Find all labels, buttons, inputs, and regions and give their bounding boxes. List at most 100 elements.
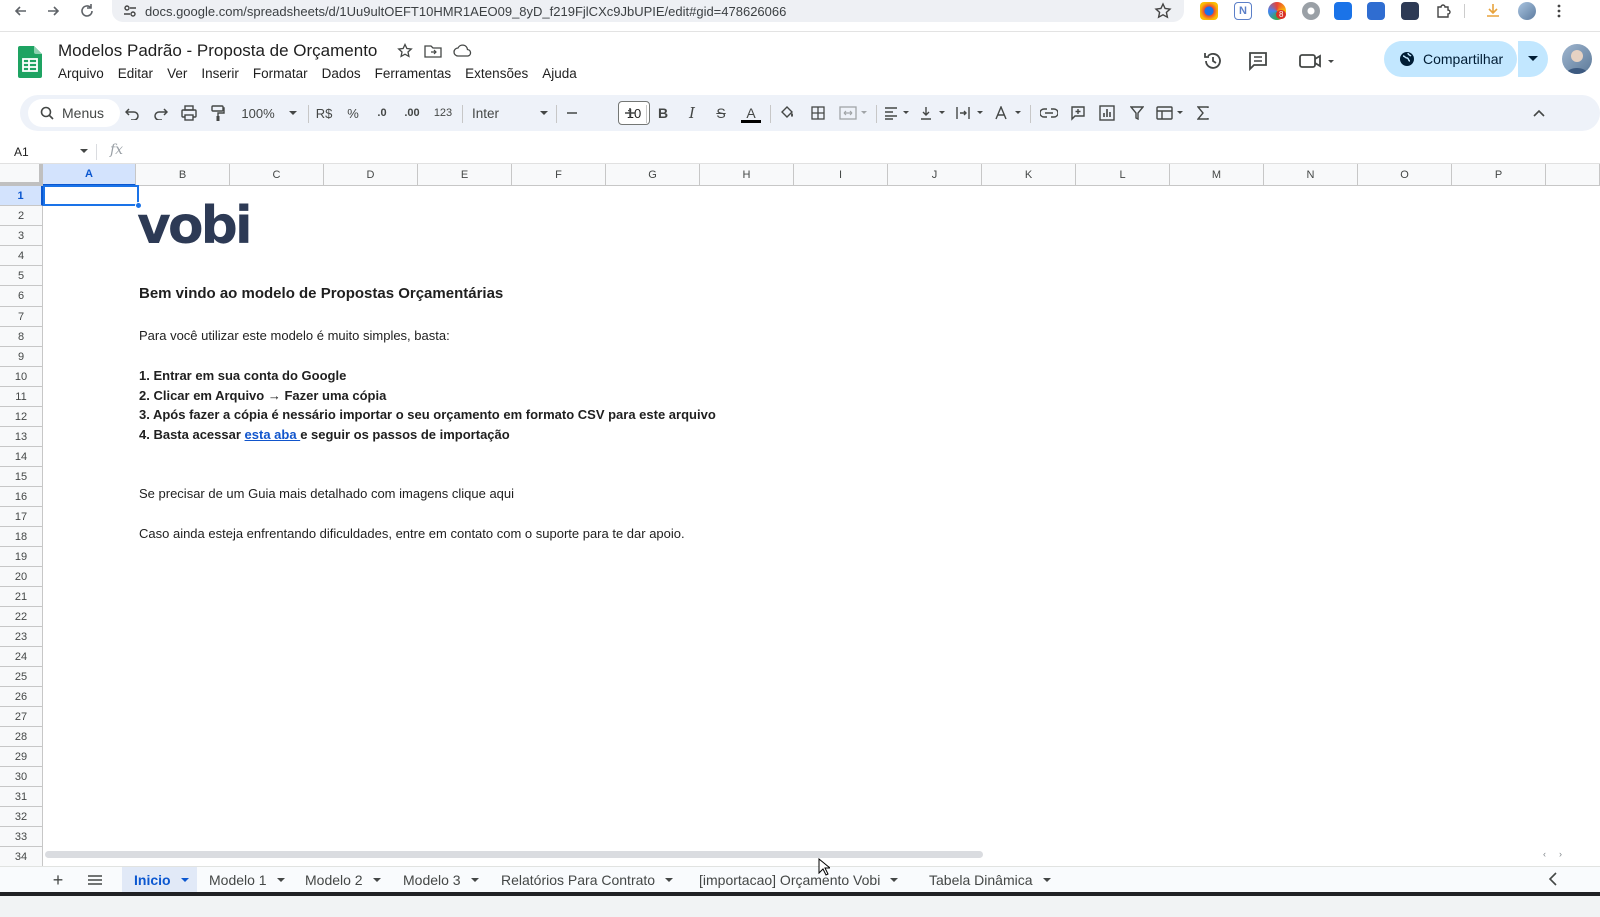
row-header[interactable]: 21 — [0, 587, 43, 607]
profile-icon[interactable] — [1518, 2, 1536, 20]
row-header[interactable]: 33 — [0, 827, 43, 847]
row-header[interactable]: 7 — [0, 307, 43, 327]
col-header-l[interactable]: L — [1076, 164, 1170, 186]
row-header[interactable]: 11 — [0, 387, 43, 407]
selected-cell[interactable] — [43, 185, 139, 206]
bookmark-star-icon[interactable] — [1154, 2, 1172, 20]
col-header-c[interactable]: C — [230, 164, 324, 186]
row-header[interactable]: 18 — [0, 527, 43, 547]
name-box[interactable]: A1 — [14, 140, 98, 164]
col-header-o[interactable]: O — [1358, 164, 1452, 186]
version-history-icon[interactable] — [1200, 48, 1226, 74]
comments-icon[interactable] — [1245, 48, 1271, 74]
text-wrapping-icon[interactable] — [954, 95, 988, 131]
increase-decimal-button[interactable]: .00 — [398, 95, 426, 131]
col-header-n[interactable]: N — [1264, 164, 1358, 186]
select-all-corner[interactable] — [0, 164, 43, 186]
row-header[interactable]: 3 — [0, 226, 43, 246]
row-header[interactable]: 12 — [0, 407, 43, 427]
row-header[interactable]: 22 — [0, 607, 43, 627]
row-header[interactable]: 15 — [0, 467, 43, 487]
download-icon[interactable] — [1484, 2, 1502, 20]
strikethrough-button[interactable]: S — [710, 95, 732, 131]
extensions-puzzle-icon[interactable] — [1434, 2, 1452, 20]
col-header-b[interactable]: B — [136, 164, 230, 186]
currency-format-button[interactable]: R$ — [313, 95, 335, 131]
menu-formatar[interactable]: Formatar — [253, 66, 315, 81]
row-header[interactable]: 5 — [0, 266, 43, 286]
menu-inserir[interactable]: Inserir — [201, 66, 246, 81]
paint-format-icon[interactable] — [207, 95, 229, 131]
decrease-font-size-icon[interactable] — [562, 95, 582, 131]
borders-icon[interactable] — [807, 95, 829, 131]
row-header[interactable]: 16 — [0, 487, 43, 507]
share-button[interactable]: Compartilhar — [1384, 41, 1517, 77]
col-header-next[interactable] — [1546, 164, 1600, 186]
col-header-f[interactable]: F — [512, 164, 606, 186]
row-header[interactable]: 1 — [0, 186, 43, 206]
row-header[interactable]: 17 — [0, 507, 43, 527]
cloud-status-icon[interactable] — [453, 43, 473, 59]
menu-ferramentas[interactable]: Ferramentas — [375, 66, 459, 81]
forward-icon[interactable] — [40, 0, 66, 22]
sheet-tab-modelo-3[interactable]: Modelo 3 — [391, 867, 489, 893]
chrome-icon[interactable] — [1200, 2, 1218, 20]
row-header[interactable]: 14 — [0, 447, 43, 467]
col-header-a[interactable]: A — [43, 164, 136, 186]
row-header[interactable]: 10 — [0, 367, 43, 387]
sheet-tab-inicio[interactable]: Inicio — [122, 867, 197, 893]
formula-input[interactable] — [140, 142, 1580, 162]
text-color-button[interactable]: A — [738, 95, 764, 131]
row-header[interactable]: 34 — [0, 847, 43, 866]
back-icon[interactable] — [8, 0, 34, 22]
bold-button[interactable]: B — [652, 95, 674, 131]
notion-icon[interactable]: N — [1234, 2, 1252, 20]
insert-comment-icon[interactable] — [1067, 95, 1089, 131]
filter-views-icon[interactable] — [1154, 95, 1188, 131]
row-header[interactable]: 27 — [0, 707, 43, 727]
s-extension-icon[interactable] — [1367, 2, 1385, 20]
col-header-g[interactable]: G — [606, 164, 700, 186]
row-header[interactable]: 25 — [0, 667, 43, 687]
trello-icon[interactable] — [1334, 2, 1352, 20]
col-header-e[interactable]: E — [418, 164, 512, 186]
sheet-tab-relatorios[interactable]: Relatórios Para Contrato — [489, 867, 687, 893]
row-header[interactable]: 23 — [0, 627, 43, 647]
merge-cells-icon[interactable] — [836, 95, 872, 131]
row-header[interactable]: 2 — [0, 206, 43, 226]
gear-extension-icon[interactable] — [1302, 2, 1320, 20]
row-header[interactable]: 20 — [0, 567, 43, 587]
collapse-toolbar-icon[interactable] — [1528, 95, 1550, 131]
meet-icon[interactable] — [1295, 48, 1339, 74]
insert-link-icon[interactable] — [1038, 95, 1060, 131]
horizontal-align-icon[interactable] — [882, 95, 914, 131]
row-header[interactable]: 32 — [0, 807, 43, 827]
functions-icon[interactable] — [1192, 95, 1214, 131]
col-header-m[interactable]: M — [1170, 164, 1264, 186]
row-header[interactable]: 8 — [0, 327, 43, 347]
row-header[interactable]: 31 — [0, 787, 43, 807]
sheets-logo-icon[interactable] — [18, 46, 42, 78]
number-format-button[interactable]: 123 — [430, 95, 456, 131]
sheet-tab-modelo-2[interactable]: Modelo 2 — [293, 867, 391, 893]
col-header-j[interactable]: J — [888, 164, 982, 186]
menu-editar[interactable]: Editar — [118, 66, 160, 81]
menus-search-button[interactable]: Menus — [28, 99, 120, 127]
col-header-p[interactable]: P — [1452, 164, 1546, 186]
scroll-right-icon[interactable]: › — [1559, 849, 1562, 859]
italic-button[interactable]: I — [681, 95, 703, 131]
col-header-i[interactable]: I — [794, 164, 888, 186]
reload-icon[interactable] — [74, 0, 100, 22]
guide-text[interactable]: Se precisar de um Guia mais detalhado co… — [139, 486, 514, 501]
scroll-left-icon[interactable]: ‹ — [1543, 849, 1546, 859]
puzzle-colorful-icon[interactable]: 8 — [1268, 2, 1287, 20]
row-header[interactable]: 26 — [0, 687, 43, 707]
site-settings-icon[interactable] — [122, 3, 138, 19]
redo-icon[interactable] — [150, 95, 172, 131]
menu-arquivo[interactable]: Arquivo — [58, 66, 111, 81]
decrease-decimal-button[interactable]: .0 — [370, 95, 394, 131]
row-header[interactable]: 9 — [0, 347, 43, 367]
text-rotation-icon[interactable] — [992, 95, 1026, 131]
row-header[interactable]: 19 — [0, 547, 43, 567]
row-header[interactable]: 30 — [0, 767, 43, 787]
